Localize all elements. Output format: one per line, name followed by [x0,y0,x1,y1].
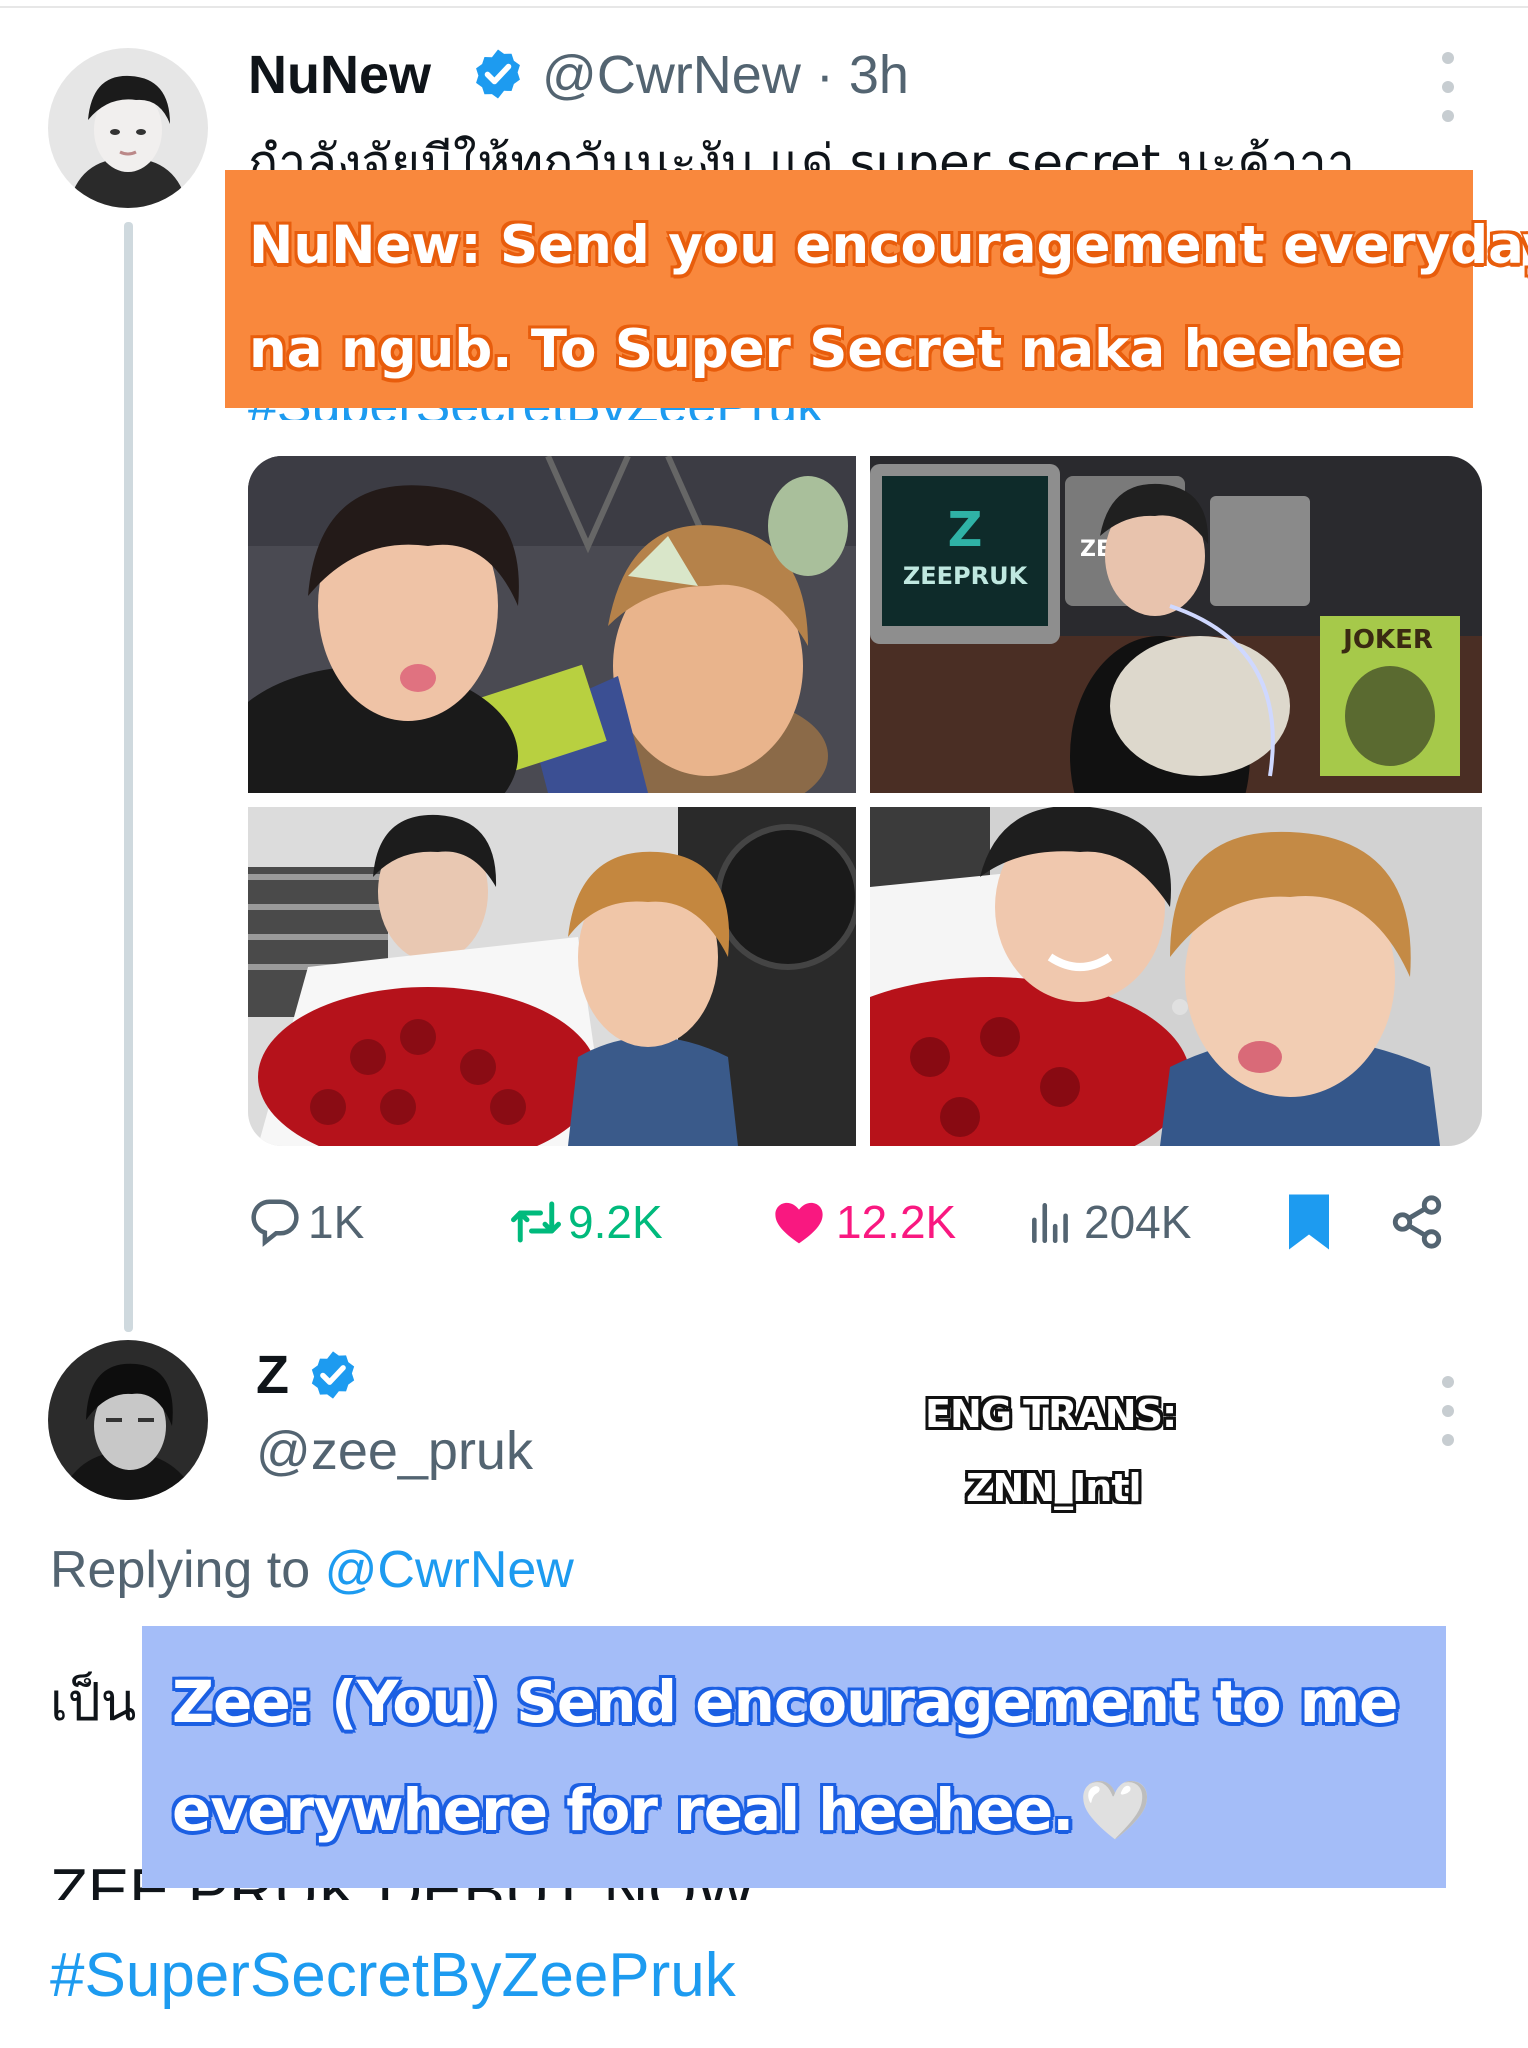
tweet-action-bar: 1K 9.2K 12.2K 204K [248,1182,1482,1262]
repost-button[interactable]: 9.2K [506,1182,663,1262]
reply-author-name[interactable]: Z [256,1344,289,1406]
top-divider [0,0,1528,8]
reply-button[interactable]: 1K [248,1182,364,1262]
more-options-icon[interactable] [1436,52,1460,122]
reply-author-handle[interactable]: @zee_pruk [256,1420,533,1482]
repost-count: 9.2K [568,1196,663,1248]
views-count: 204K [1084,1196,1192,1248]
like-icon [775,1202,823,1244]
photo-brand-text: ZEEPRUK [903,562,1029,590]
views-button[interactable]: 204K [1026,1182,1191,1262]
replying-to-handle[interactable]: @CwrNew [325,1541,574,1599]
translation-line: na ngub. To Super Secret naka heehee [249,319,1403,380]
bookmark-button[interactable] [1284,1182,1334,1262]
thread-connector [124,222,133,1332]
replying-to: Replying to @CwrNew [50,1541,574,1599]
translation-line: everywhere for real heehee. 🤍 [172,1776,1151,1844]
reply-hashtag[interactable]: #SuperSecretByZeePruk [50,1940,736,2011]
bookmark-icon [1289,1194,1329,1250]
svg-text:Z: Z [948,502,983,558]
translation-line: NuNew: Send you encouragement everyday [249,215,1528,276]
share-icon [1392,1195,1442,1249]
repost-icon [511,1201,561,1243]
zee-avatar[interactable] [48,1340,208,1500]
photo-box-text: JOKER [1341,625,1433,655]
reply-icon [251,1199,299,1247]
nunew-avatar[interactable] [48,48,208,208]
tweet-photo-4[interactable] [870,807,1482,1146]
more-options-icon[interactable] [1436,1376,1460,1446]
tweet-author-handle[interactable]: @CwrNew · 3h [542,44,909,106]
tweet-photo-1[interactable] [248,456,856,793]
translation-credit-label: ENG TRANS: [925,1392,1177,1436]
tweet-author-name[interactable]: NuNew [248,44,431,106]
translation-line: Zee: (You) Send encouragement to me [172,1668,1399,1736]
tweet-photo-2[interactable]: Z ZEEPRUK ZEE JOKER [870,456,1482,793]
like-count: 12.2K [836,1196,957,1248]
reply-thai-text: เป็น [50,1673,137,1733]
tweet-media-grid: Z ZEEPRUK ZEE JOKER [248,456,1482,1146]
translation-credit-name: ZNN_Intl [966,1466,1142,1510]
like-button[interactable]: 12.2K [770,1182,956,1262]
translation-box-zee: Zee: (You) Send encouragement to me ever… [142,1626,1446,1888]
translation-box-nunew: NuNew: Send you encouragement everyday n… [225,170,1528,408]
share-button[interactable] [1388,1182,1446,1262]
verified-badge-icon [476,49,520,99]
tweet-photo-3[interactable] [248,807,856,1146]
verified-badge-icon [311,1351,355,1399]
views-icon [1032,1203,1068,1244]
white-heart-icon: 🤍 [1079,1776,1151,1844]
reply-count: 1K [308,1196,365,1248]
